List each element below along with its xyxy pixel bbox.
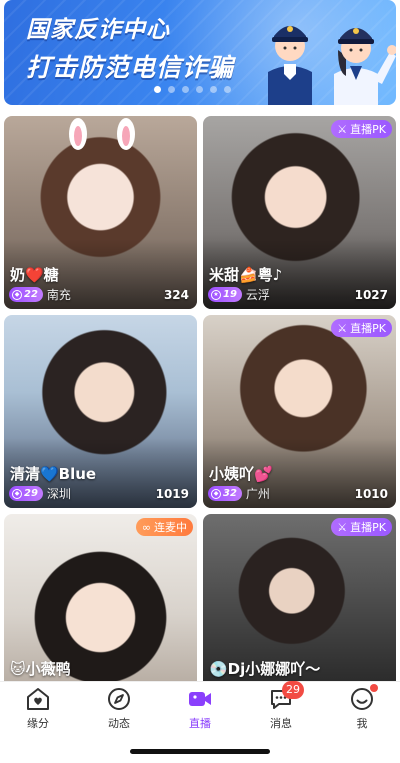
level-value: 19 — [223, 289, 237, 300]
home-indicator[interactable] — [130, 749, 270, 754]
streamer-name: 💿Dj小娜娜吖～ — [209, 660, 321, 678]
tag-label: 直播PK — [350, 123, 386, 136]
tab-label: 我 — [356, 717, 368, 730]
live-pk-tag: ⚔ 直播PK — [331, 319, 392, 337]
tab-label: 直播 — [189, 717, 211, 730]
live-room-card[interactable]: ⚔ 直播PK 米甜🍰粤♪ ★ 19 云浮 1027 — [203, 116, 396, 309]
tab-label: 动态 — [108, 717, 130, 730]
co-host-tag: ∞ 连麦中 — [135, 518, 193, 536]
streamer-city: 广州 — [245, 487, 270, 501]
viewer-count: 1010 — [354, 487, 388, 501]
police-officers-illustration — [268, 26, 396, 105]
pk-swords-icon: ⚔ — [337, 520, 348, 534]
level-badge: ★ 19 — [208, 287, 242, 302]
carousel-dot[interactable] — [210, 86, 217, 93]
card-meta: ★ 19 云浮 — [208, 286, 270, 303]
card-meta: ◆ 22 南充 — [9, 286, 71, 303]
carousel-dot[interactable] — [224, 86, 231, 93]
tab-messages[interactable]: 29 消息 — [251, 681, 311, 731]
banner-title: 国家反诈中心 — [26, 17, 170, 43]
live-room-card[interactable]: 清清💙Blue ◆ 29 深圳 1019 — [4, 315, 197, 508]
level-icon: ◆ — [12, 488, 22, 499]
level-value: 32 — [223, 488, 237, 499]
carousel-dot[interactable] — [154, 86, 161, 93]
live-pk-tag: ⚔ 直播PK — [331, 120, 392, 138]
tab-me[interactable]: 我 — [332, 684, 392, 731]
live-room-card[interactable]: ∞ 连麦中 🐱小薇鸭 — [4, 514, 197, 681]
streamer-name: 小姨吖💕 — [209, 465, 273, 483]
pk-swords-icon: ⚔ — [337, 321, 348, 335]
compass-icon — [106, 686, 132, 712]
streamer-city: 云浮 — [245, 288, 270, 302]
tab-label: 消息 — [270, 717, 292, 730]
streamer-city: 南充 — [46, 288, 71, 302]
streamer-name: 清清💙Blue — [10, 465, 97, 483]
chat-bubble-icon: 29 — [268, 681, 304, 712]
notification-dot — [370, 684, 378, 692]
viewer-count: 1019 — [155, 487, 189, 501]
level-value: 22 — [24, 289, 38, 300]
streamer-photo — [4, 514, 197, 681]
live-room-card[interactable]: ⚔ 直播PK 💿Dj小娜娜吖～ — [203, 514, 396, 681]
live-room-card[interactable]: 奶❤️糖 ◆ 22 南充 324 — [4, 116, 197, 309]
banner-subtitle: 打击防范电信诈骗 — [26, 53, 235, 82]
pk-swords-icon: ⚔ — [337, 122, 348, 136]
live-room-card[interactable]: ⚔ 直播PK 小姨吖💕 ◆ 32 广州 1010 — [203, 315, 396, 508]
card-meta: ◆ 32 广州 — [208, 485, 270, 502]
card-meta: ◆ 29 深圳 — [9, 485, 71, 502]
level-icon: ◆ — [12, 289, 22, 300]
carousel-dots[interactable] — [154, 86, 231, 93]
carousel-dot[interactable] — [196, 86, 203, 93]
smiley-icon — [349, 684, 378, 712]
bunny-ears-sticker — [69, 118, 135, 150]
tag-label: 直播PK — [350, 521, 386, 534]
tab-fate[interactable]: 缘分 — [8, 686, 68, 731]
viewer-count: 1027 — [354, 288, 388, 302]
carousel-dot[interactable] — [182, 86, 189, 93]
level-badge: ◆ 32 — [208, 486, 242, 501]
link-icon: ∞ — [141, 520, 151, 534]
tab-moments[interactable]: 动态 — [89, 686, 149, 731]
streamer-name: 🐱小薇鸭 — [10, 660, 71, 678]
anti-fraud-banner[interactable]: 国家反诈中心 打击防范电信诈骗 — [4, 0, 396, 105]
level-value: 29 — [24, 488, 38, 499]
level-badge: ◆ 29 — [9, 486, 43, 501]
video-camera-icon — [187, 686, 213, 712]
streamer-name: 米甜🍰粤♪ — [209, 266, 283, 284]
streamer-city: 深圳 — [46, 487, 71, 501]
tag-label: 直播PK — [350, 322, 386, 335]
level-icon: ★ — [211, 289, 221, 300]
tab-live[interactable]: 直播 — [170, 686, 230, 731]
live-pk-tag: ⚔ 直播PK — [331, 518, 392, 536]
streamer-photo — [203, 514, 396, 681]
level-icon: ◆ — [211, 488, 221, 499]
streamer-name: 奶❤️糖 — [10, 266, 59, 284]
heart-home-icon — [25, 686, 51, 712]
carousel-dot[interactable] — [168, 86, 175, 93]
viewer-count: 324 — [163, 288, 189, 302]
unread-badge: 29 — [282, 681, 304, 699]
tag-label: 连麦中 — [154, 521, 187, 534]
level-badge: ◆ 22 — [9, 287, 43, 302]
tab-label: 缘分 — [27, 717, 49, 730]
